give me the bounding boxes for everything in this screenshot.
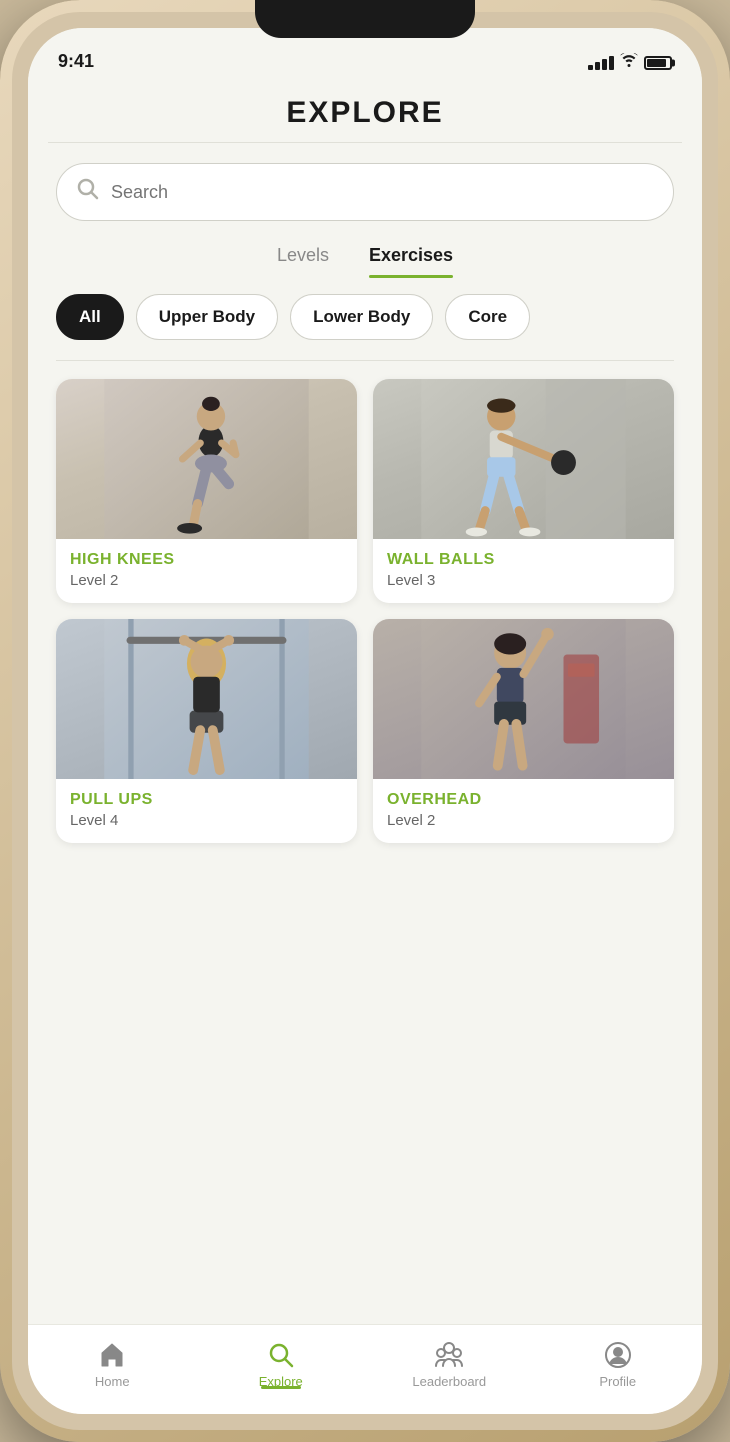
exercise-level-high-knees: Level 2 xyxy=(70,572,343,589)
phone-screen: 9:41 EXPLORE xyxy=(28,28,702,1414)
search-icon xyxy=(77,178,99,206)
exercise-image-high-knees xyxy=(56,379,357,539)
exercise-name-pull-ups: PULL UPS xyxy=(70,791,343,809)
filter-core[interactable]: Core xyxy=(445,294,530,340)
wall-balls-svg xyxy=(373,379,674,539)
explore-icon xyxy=(266,1340,296,1370)
battery-icon xyxy=(644,56,672,70)
leaderboard-icon xyxy=(434,1340,464,1370)
filter-row: All Upper Body Lower Body Core xyxy=(28,276,702,350)
bottom-nav: Home Explore Leaderboard xyxy=(28,1324,702,1414)
status-time: 9:41 xyxy=(58,51,94,72)
pull-ups-svg xyxy=(56,619,357,779)
stretch-svg xyxy=(373,619,674,779)
exercise-level-stretch: Level 2 xyxy=(387,812,660,829)
card-info-wall-balls: WALL BALLS Level 3 xyxy=(373,539,674,603)
exercise-image-wall-balls xyxy=(373,379,674,539)
card-info-high-knees: HIGH KNEES Level 2 xyxy=(56,539,357,603)
signal-bar-3 xyxy=(602,59,607,70)
tab-exercises[interactable]: Exercises xyxy=(369,245,453,276)
card-info-pull-ups: PULL UPS Level 4 xyxy=(56,779,357,843)
high-knees-svg xyxy=(56,379,357,539)
card-info-stretch: OVERHEAD Level 2 xyxy=(373,779,674,843)
filter-lower-body[interactable]: Lower Body xyxy=(290,294,433,340)
signal-bar-1 xyxy=(588,65,593,70)
nav-item-leaderboard[interactable]: Leaderboard xyxy=(365,1340,534,1389)
exercise-image-pull-ups xyxy=(56,619,357,779)
exercise-name-wall-balls: WALL BALLS xyxy=(387,551,660,569)
wifi-icon xyxy=(620,53,638,72)
exercise-level-pull-ups: Level 4 xyxy=(70,812,343,829)
exercise-grid: HIGH KNEES Level 2 xyxy=(28,379,702,863)
exercise-level-wall-balls: Level 3 xyxy=(387,572,660,589)
nav-active-indicator xyxy=(261,1386,301,1389)
status-icons xyxy=(588,53,672,72)
search-input[interactable] xyxy=(111,182,653,203)
search-bar[interactable] xyxy=(56,163,674,221)
nav-label-home: Home xyxy=(95,1374,130,1389)
exercise-card-pull-ups[interactable]: PULL UPS Level 4 xyxy=(56,619,357,843)
search-container xyxy=(28,143,702,237)
filter-all[interactable]: All xyxy=(56,294,124,340)
exercise-image-stretch xyxy=(373,619,674,779)
phone-frame: 9:41 EXPLORE xyxy=(0,0,730,1442)
tabs-container: Levels Exercises xyxy=(28,237,702,276)
exercise-name-stretch: OVERHEAD xyxy=(387,791,660,809)
exercise-card-stretch[interactable]: OVERHEAD Level 2 xyxy=(373,619,674,843)
home-icon xyxy=(97,1340,127,1370)
notch xyxy=(255,0,475,38)
nav-label-leaderboard: Leaderboard xyxy=(412,1374,486,1389)
section-divider xyxy=(56,360,674,361)
nav-item-explore[interactable]: Explore xyxy=(197,1340,366,1389)
nav-item-home[interactable]: Home xyxy=(28,1340,197,1389)
tab-levels[interactable]: Levels xyxy=(277,245,329,276)
page-title: EXPLORE xyxy=(28,80,702,142)
app-content: EXPLORE Levels Exercises xyxy=(28,80,702,1324)
battery-fill xyxy=(647,59,666,67)
exercise-card-wall-balls[interactable]: WALL BALLS Level 3 xyxy=(373,379,674,603)
filter-upper-body[interactable]: Upper Body xyxy=(136,294,278,340)
exercise-card-high-knees[interactable]: HIGH KNEES Level 2 xyxy=(56,379,357,603)
nav-item-profile[interactable]: Profile xyxy=(534,1340,703,1389)
exercise-name-high-knees: HIGH KNEES xyxy=(70,551,343,569)
signal-bars xyxy=(588,56,614,70)
profile-icon xyxy=(603,1340,633,1370)
nav-label-profile: Profile xyxy=(599,1374,636,1389)
signal-bar-2 xyxy=(595,62,600,70)
signal-bar-4 xyxy=(609,56,614,70)
